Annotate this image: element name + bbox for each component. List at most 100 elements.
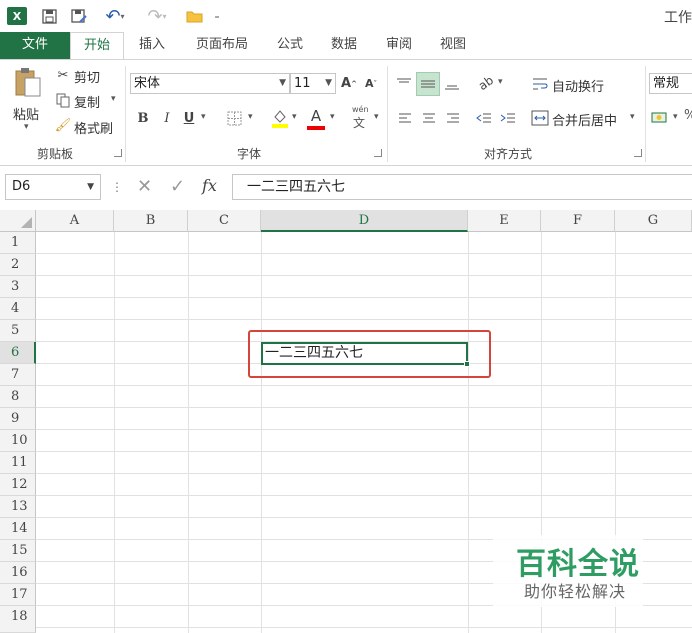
tab-home[interactable]: 开始 <box>70 32 124 60</box>
tab-review[interactable]: 审阅 <box>377 32 421 59</box>
accounting-dropdown-icon[interactable]: ▾ <box>673 112 678 122</box>
copy-icon[interactable] <box>54 91 72 109</box>
enter-check-icon[interactable]: ✓ <box>170 176 185 197</box>
select-all-button[interactable] <box>0 210 36 232</box>
column-header-g[interactable]: G <box>615 210 692 232</box>
underline-dropdown-icon[interactable]: ▾ <box>201 112 206 122</box>
copy-dropdown-icon[interactable]: ▾ <box>111 94 116 104</box>
undo-icon[interactable]: ↶ ▾ <box>98 6 132 27</box>
row-header[interactable]: 14 <box>0 518 36 540</box>
cut-button[interactable]: 剪切 <box>74 67 100 86</box>
wrap-text-button[interactable]: 自动换行 <box>552 76 604 95</box>
paste-icon[interactable] <box>12 66 44 98</box>
row-header[interactable]: 13 <box>0 496 36 518</box>
decrease-font-icon[interactable]: Aˇ <box>362 73 380 94</box>
font-color-dropdown-icon[interactable]: ▾ <box>330 112 335 122</box>
font-name-select[interactable]: 宋体 ▼ <box>130 73 290 94</box>
tab-page-layout[interactable]: 页面布局 <box>186 32 258 59</box>
row-header[interactable]: 1 <box>0 232 36 254</box>
italic-button[interactable]: I <box>158 108 176 128</box>
merge-center-button[interactable]: 合并后居中 <box>552 110 617 129</box>
chevron-down-icon: ▼ <box>325 78 332 88</box>
percent-icon[interactable]: % <box>684 108 692 123</box>
align-left-icon[interactable] <box>396 108 414 128</box>
row-header[interactable]: 12 <box>0 474 36 496</box>
open-folder-icon[interactable] <box>182 6 208 26</box>
row-header[interactable]: 9 <box>0 408 36 430</box>
phonetic-guide-button[interactable]: 文 <box>353 114 365 131</box>
orientation-dropdown-icon[interactable]: ▾ <box>498 77 503 87</box>
column-header-c[interactable]: C <box>188 210 261 232</box>
bold-button[interactable]: B <box>134 108 152 128</box>
column-header-a[interactable]: A <box>36 210 114 232</box>
align-right-icon[interactable] <box>444 108 462 128</box>
copy-button[interactable]: 复制 <box>74 92 100 111</box>
format-painter-icon[interactable]: 🖌 <box>54 116 72 134</box>
increase-indent-icon[interactable] <box>498 108 518 128</box>
row-header[interactable]: 16 <box>0 562 36 584</box>
align-center-icon[interactable] <box>420 108 438 128</box>
row-header[interactable]: 6 <box>0 342 36 364</box>
paste-button[interactable]: 粘贴 <box>13 104 39 123</box>
grid-line <box>36 319 692 320</box>
formula-input[interactable]: 一二三四五六七 <box>232 174 692 200</box>
formula-bar-grip-icon[interactable]: ⋮ <box>111 180 123 194</box>
tab-file[interactable]: 文件 <box>0 32 70 59</box>
row-header[interactable]: 18 <box>0 606 36 633</box>
column-header-f[interactable]: F <box>541 210 615 232</box>
paste-dropdown-icon[interactable]: ▾ <box>24 122 29 132</box>
font-launcher-icon[interactable] <box>374 149 382 157</box>
scissors-icon[interactable]: ✂ <box>54 66 72 84</box>
alignment-launcher-icon[interactable] <box>634 149 642 157</box>
merge-dropdown-icon[interactable]: ▾ <box>630 112 635 122</box>
column-header-b[interactable]: B <box>114 210 188 232</box>
clipboard-launcher-icon[interactable] <box>114 149 122 157</box>
increase-font-icon[interactable]: A ^ <box>340 73 358 94</box>
orientation-icon[interactable]: ab <box>472 69 500 97</box>
accounting-format-icon[interactable] <box>650 108 670 128</box>
decrease-indent-icon[interactable] <box>474 108 494 128</box>
row-header[interactable]: 10 <box>0 430 36 452</box>
tab-insert[interactable]: 插入 <box>130 32 174 59</box>
cancel-icon[interactable]: ✕ <box>137 176 152 197</box>
row-header[interactable]: 17 <box>0 584 36 606</box>
redo-icon[interactable]: ↷ ▾ <box>140 6 174 27</box>
phonetic-dropdown-icon[interactable]: ▾ <box>374 112 379 122</box>
fill-color-dropdown-icon[interactable]: ▾ <box>292 112 297 122</box>
align-bottom-icon[interactable] <box>442 74 462 94</box>
row-header[interactable]: 5 <box>0 320 36 342</box>
row-header[interactable]: 8 <box>0 386 36 408</box>
underline-button[interactable]: U <box>180 108 198 128</box>
align-top-icon[interactable] <box>394 74 414 94</box>
row-header[interactable]: 11 <box>0 452 36 474</box>
number-format-select[interactable]: 常规 <box>649 73 692 94</box>
row-header[interactable]: 15 <box>0 540 36 562</box>
row-header[interactable]: 7 <box>0 364 36 386</box>
insert-function-button[interactable]: fx <box>202 176 217 195</box>
name-box[interactable]: D6 ▼ <box>5 174 101 200</box>
tab-formulas[interactable]: 公式 <box>268 32 312 59</box>
customize-toolbar-icon[interactable]: ₌ <box>210 6 224 26</box>
tab-data[interactable]: 数据 <box>322 32 366 59</box>
row-header[interactable]: 3 <box>0 276 36 298</box>
format-painter-button[interactable]: 格式刷 <box>74 118 113 137</box>
column-header-e[interactable]: E <box>468 210 541 232</box>
chevron-down-icon: ▼ <box>87 182 94 192</box>
row-header[interactable]: 2 <box>0 254 36 276</box>
column-header-d[interactable]: D <box>261 210 468 232</box>
tab-view[interactable]: 视图 <box>431 32 475 59</box>
font-color-button[interactable]: A <box>306 104 326 128</box>
cell-d6[interactable]: 一二三四五六七 <box>261 342 468 365</box>
row-header[interactable]: 4 <box>0 298 36 320</box>
save-as-icon[interactable] <box>68 6 90 26</box>
fill-color-icon[interactable] <box>270 106 290 130</box>
wrap-text-icon[interactable] <box>530 74 550 94</box>
save-icon[interactable] <box>38 6 60 26</box>
merge-center-icon[interactable] <box>530 108 550 128</box>
fill-handle[interactable] <box>464 361 470 367</box>
borders-icon[interactable] <box>224 108 244 128</box>
borders-dropdown-icon[interactable]: ▾ <box>248 112 253 122</box>
font-size-select[interactable]: 11 ▼ <box>290 73 336 94</box>
align-middle-icon[interactable] <box>416 72 440 96</box>
alignment-group-label: 对齐方式 <box>483 147 532 161</box>
